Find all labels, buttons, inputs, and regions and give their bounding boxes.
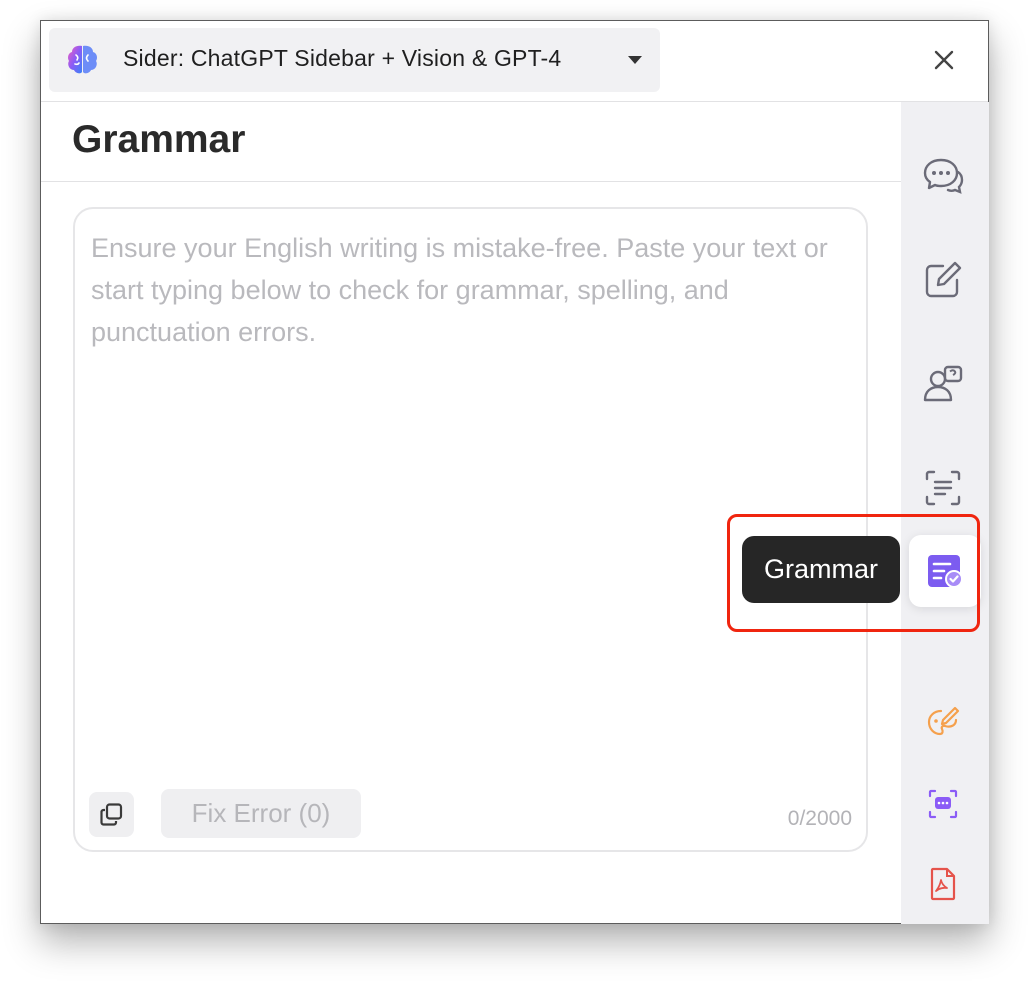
sidebar-item-art[interactable] [925, 704, 961, 740]
editor-box: Fix Error (0) 0/2000 [73, 207, 868, 852]
title-bar: Grammar [41, 102, 901, 182]
edit-icon [925, 261, 962, 298]
sidebar-item-ocr[interactable] [919, 464, 967, 512]
grammar-input[interactable] [91, 227, 851, 767]
scan-chat-icon [928, 789, 958, 819]
page-title: Grammar [72, 118, 246, 161]
sidebar-item-grammar[interactable] [909, 535, 981, 607]
sidebar-item-ask[interactable] [919, 360, 967, 408]
sidebar-item-pdf[interactable] [925, 866, 961, 902]
fix-error-button[interactable]: Fix Error (0) [161, 789, 361, 838]
sidebar-item-scan-chat[interactable] [925, 786, 961, 822]
person-question-icon [923, 365, 963, 402]
chat-bubbles-icon [923, 158, 964, 194]
app-selector-dropdown[interactable]: Sider: ChatGPT Sidebar + Vision & GPT-4 [49, 28, 660, 92]
paint-brush-icon [927, 706, 960, 736]
copy-button[interactable] [89, 792, 134, 837]
sider-window: Sider: ChatGPT Sidebar + Vision & GPT-4 … [40, 20, 989, 924]
header: Sider: ChatGPT Sidebar + Vision & GPT-4 [41, 21, 988, 102]
sidebar-item-write[interactable] [919, 256, 967, 304]
sidebar-item-chat[interactable] [919, 152, 967, 200]
sider-brain-logo [68, 45, 97, 74]
grammar-tooltip: Grammar [742, 536, 900, 603]
caret-down-icon [628, 56, 642, 64]
pdf-icon [930, 867, 956, 901]
char-count: 0/2000 [787, 807, 852, 830]
close-icon[interactable] [929, 45, 959, 75]
grammar-check-icon [928, 555, 963, 588]
copy-icon [100, 803, 123, 826]
app-name: Sider: ChatGPT Sidebar + Vision & GPT-4 [123, 45, 562, 71]
grammar-panel: Grammar Fix Error (0) 0/2000 [41, 102, 901, 924]
scan-text-icon [925, 470, 961, 506]
sidebar [901, 102, 989, 924]
